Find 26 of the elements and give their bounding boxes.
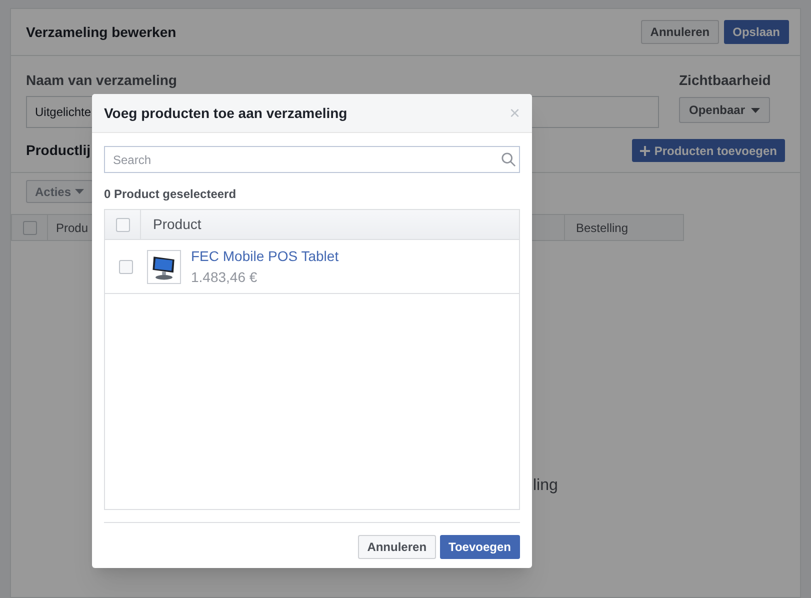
column-header: Bestelling — [564, 214, 684, 241]
field-label: Zichtbaarheid — [679, 71, 772, 90]
empty-message: ling — [533, 477, 558, 494]
page-title: Verzameling bewerken — [26, 22, 176, 42]
checkbox[interactable] — [116, 218, 130, 232]
product-price: 1.483,46 € — [191, 268, 258, 286]
product-name[interactable]: FEC Mobile POS Tablet — [191, 246, 339, 266]
field-label: Naam van verzameling — [26, 71, 178, 90]
add-button[interactable]: Toevoegen — [440, 535, 520, 559]
save-button[interactable]: Opslaan — [724, 20, 789, 44]
cancel-button[interactable]: Annuleren — [358, 535, 436, 559]
add-products-button[interactable]: Producten toevoegen — [632, 139, 785, 162]
checkbox[interactable] — [119, 260, 133, 274]
column-header: Product — [152, 215, 202, 234]
plus-icon — [640, 146, 650, 156]
checkbox[interactable] — [22, 220, 36, 234]
actions-button[interactable]: Acties — [26, 180, 94, 203]
caret-icon — [751, 108, 760, 112]
dialog-title: Voeg producten toe aan verzameling — [104, 104, 348, 123]
section-title: Productlij — [26, 141, 91, 160]
visibility-dropdown[interactable]: Openbaar — [679, 97, 770, 123]
caret-icon — [75, 189, 84, 194]
selection-count: 0 Product geselecteerd — [104, 186, 238, 203]
search-field[interactable]: Search — [104, 146, 520, 173]
search-icon — [501, 152, 516, 167]
cancel-button[interactable]: Annuleren — [641, 20, 719, 44]
